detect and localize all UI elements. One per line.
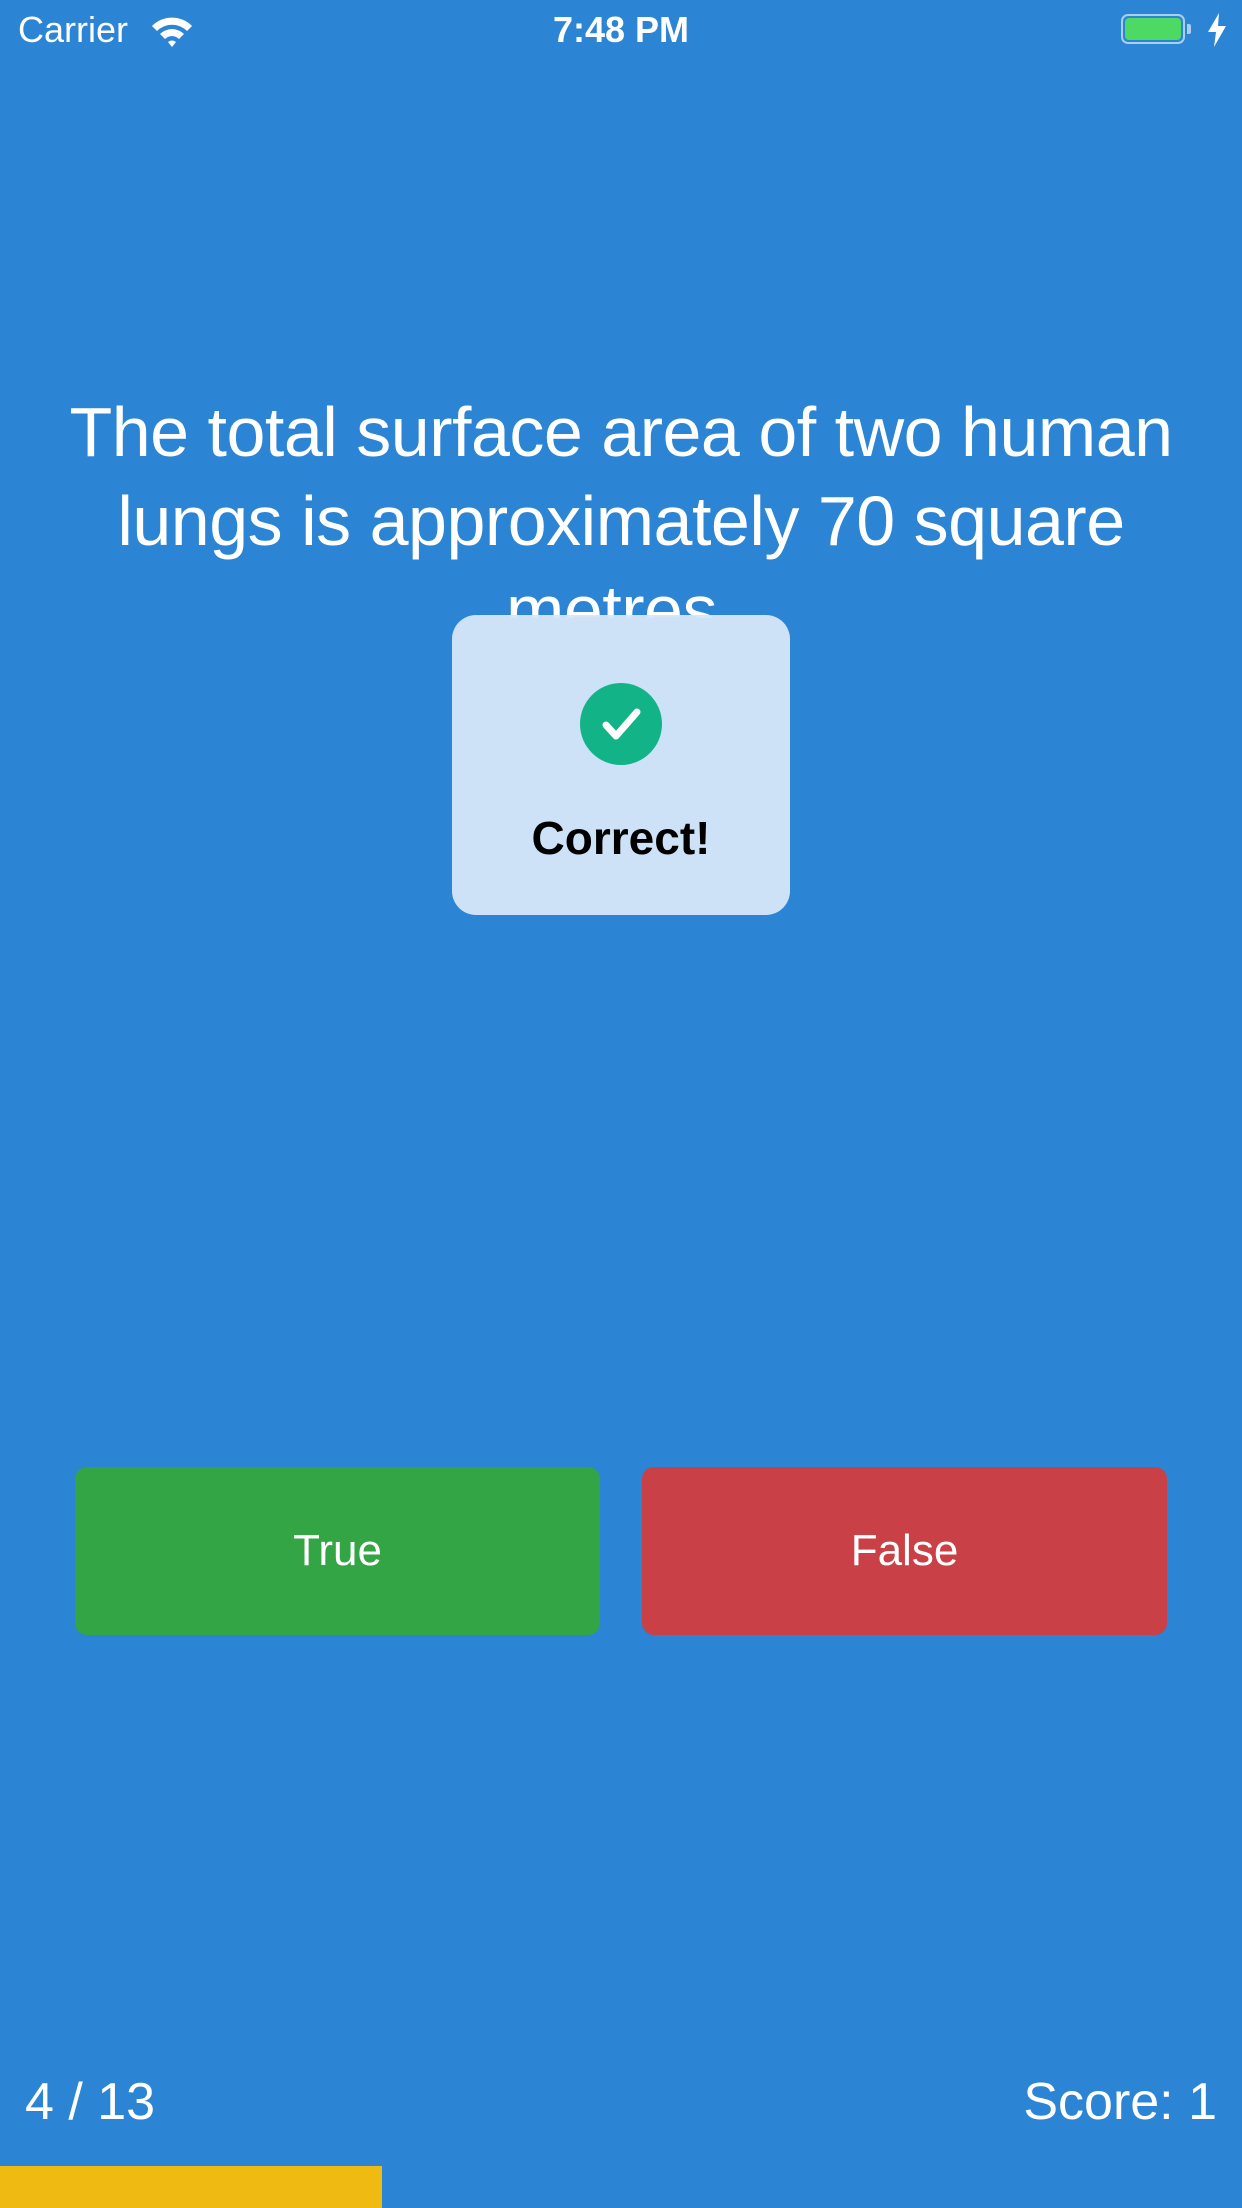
true-button[interactable]: True [75, 1467, 600, 1635]
score-label: Score: 1 [1023, 2073, 1217, 2131]
false-button-label: False [850, 1526, 959, 1575]
question-text: The total surface area of two human lung… [69, 393, 1173, 618]
progress-bar-fill [0, 2166, 382, 2208]
result-hud: Correct! [452, 615, 790, 915]
status-time: 7:48 PM [552, 9, 690, 50]
question-progress-label: 4 / 13 [25, 2073, 156, 2131]
charging-bolt-icon [1208, 13, 1226, 47]
false-button[interactable]: False [642, 1467, 1167, 1635]
true-button-label: True [293, 1526, 382, 1575]
battery-icon [1121, 14, 1193, 46]
result-message: Correct! [531, 812, 711, 864]
progress-bar [0, 2166, 1242, 2208]
status-bar: Carrier 7:48 PM [0, 0, 1242, 60]
checkmark-circle-icon [580, 683, 662, 765]
battery-level [1125, 18, 1181, 40]
